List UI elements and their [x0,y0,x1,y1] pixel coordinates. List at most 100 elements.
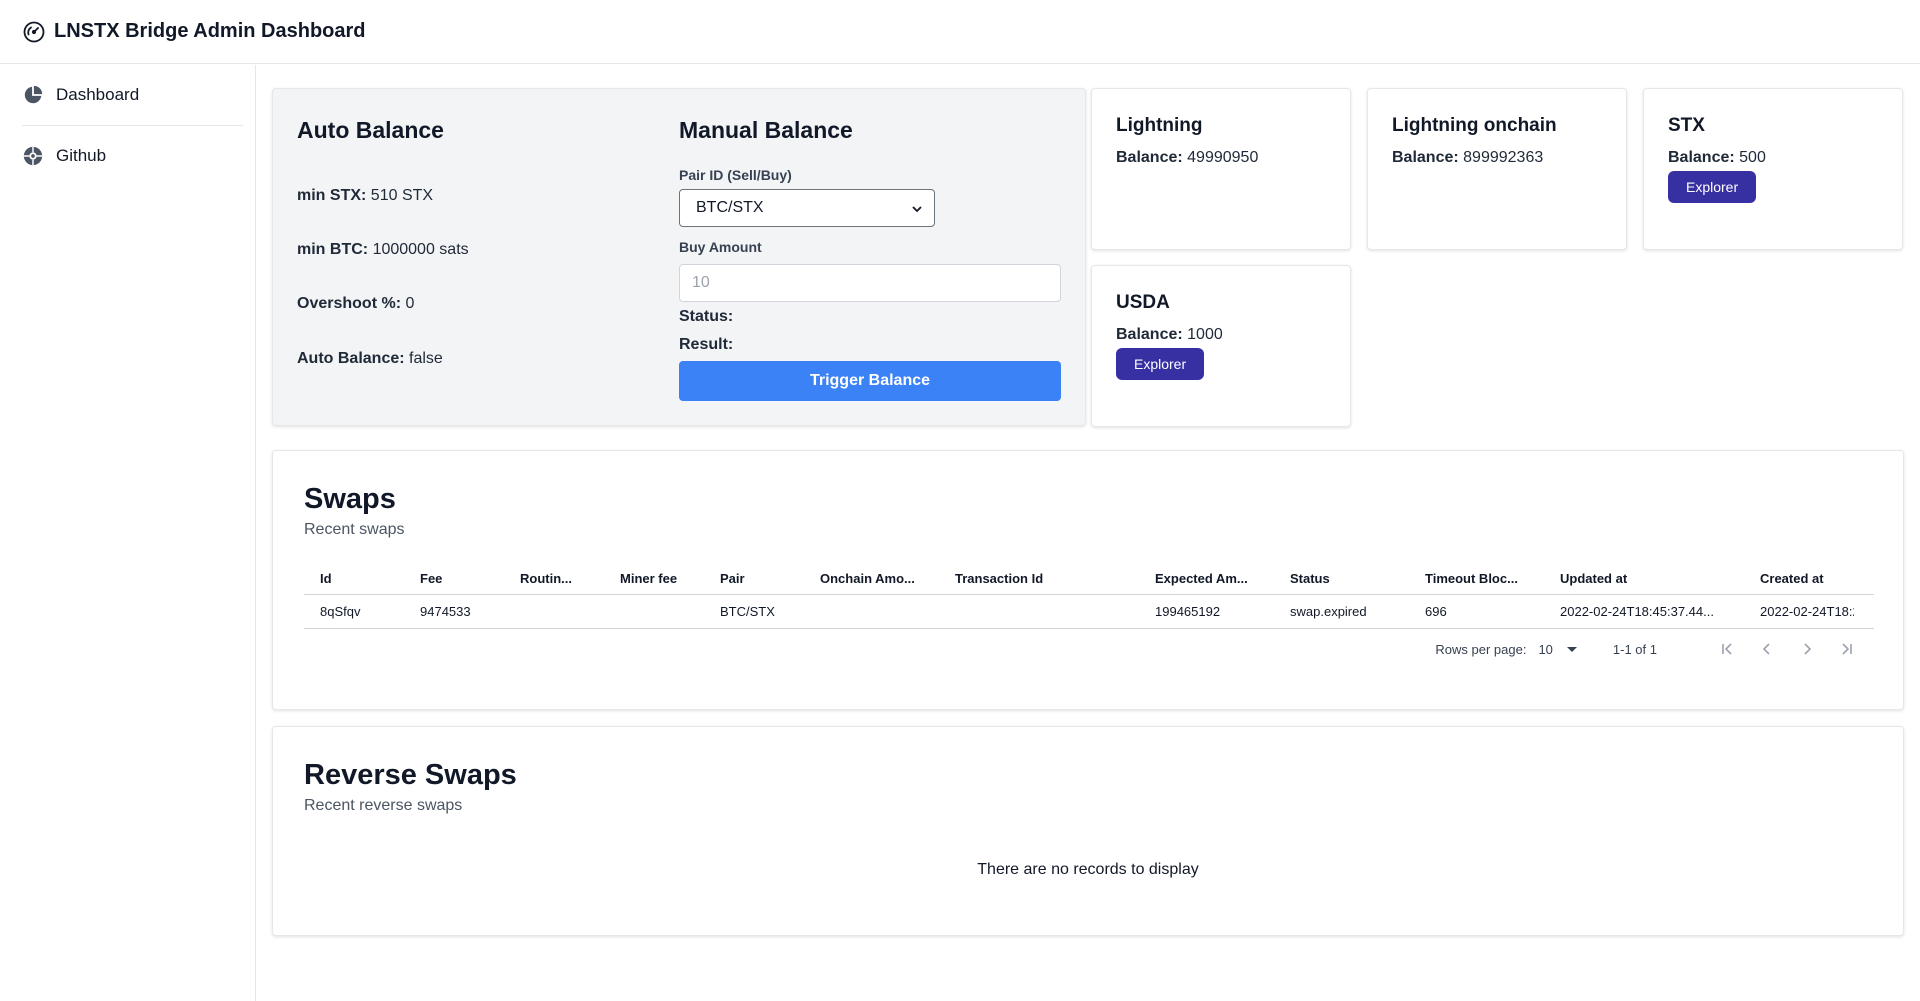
buy-amount-label: Buy Amount [679,239,762,255]
balance-label: Balance: [1668,149,1735,166]
last-page-icon [1842,643,1852,655]
column-header[interactable]: Id [304,571,404,586]
rows-per-page-value: 10 [1538,641,1553,657]
balance-value: 500 [1739,149,1766,166]
pair-id-select[interactable]: BTC/STX [679,189,935,227]
pair-id-value: BTC/STX [696,199,764,216]
reverse-swaps-title: Reverse Swaps [304,759,517,791]
min-btc-row: min BTC: 1000000 sats [297,241,469,259]
trigger-balance-button[interactable]: Trigger Balance [679,361,1061,401]
caret-down-icon [1566,646,1577,652]
balance-line: Balance: 49990950 [1116,149,1326,167]
empty-message: There are no records to display [977,861,1199,878]
manual-balance-title: Manual Balance [679,117,853,143]
overshoot-label: Overshoot %: [297,295,402,312]
table-cell: 696 [1425,604,1447,619]
stx-explorer-button[interactable]: Explorer [1668,171,1757,203]
previous-page-button[interactable] [1755,637,1779,661]
card-title: USDA [1116,292,1170,313]
min-stx-value: 510 STX [370,187,434,204]
lightning-balance-card: Lightning Balance: 49990950 [1091,88,1351,250]
reverse-swaps-subtitle: Recent reverse swaps [304,797,463,814]
min-btc-value: 1000000 sats [372,241,469,258]
swaps-table: Id Fee Routin... Miner fee Pair Onchain … [304,563,1874,629]
card-title: Lightning onchain [1392,115,1557,136]
lightning-onchain-balance-card: Lightning onchain Balance: 899992363 [1367,88,1627,250]
swaps-card: Swaps Recent swaps Id Fee Routin... Mine… [272,450,1904,710]
top-bar: LNSTX Bridge Admin Dashboard [0,0,1920,64]
card-title: STX [1668,115,1705,136]
min-stx-row: min STX: 510 STX [297,187,433,205]
column-header[interactable]: Transaction Id [939,571,1139,586]
table-cell: 8qSfqv [320,604,361,619]
sidebar-item-label: Github [56,146,107,165]
overshoot-value: 0 [405,295,415,312]
pair-id-label: Pair ID (Sell/Buy) [679,167,792,183]
table-cell: 9474533 [420,604,471,619]
balance-label: Balance: [1116,149,1183,166]
buy-amount-input[interactable] [679,264,1061,302]
balance-panel: Auto Balance min STX: 510 STX min BTC: 1… [272,88,1086,426]
chevron-left-icon [1762,643,1770,655]
table-cell: 199465192 [1155,604,1221,619]
column-header[interactable]: Status [1274,571,1409,586]
dashboard-gauge-icon [22,20,46,44]
balance-line: Balance: 1000 [1116,326,1326,344]
balance-value: 899992363 [1463,149,1544,166]
column-header[interactable]: Created at [1744,571,1854,586]
result-label: Result: [679,336,734,353]
swaps-title: Swaps [304,483,396,515]
app-title: LNSTX Bridge Admin Dashboard [54,20,366,42]
balance-label: Balance: [1116,326,1183,343]
column-header[interactable]: Miner fee [604,571,704,586]
sidebar-item-github[interactable]: Github [22,126,243,186]
usda-balance-card: USDA Balance: 1000 Explorer [1091,265,1351,427]
first-page-icon [1722,643,1732,655]
balance-label: Balance: [1392,149,1459,166]
table-header: Id Fee Routin... Miner fee Pair Onchain … [304,563,1874,595]
chevron-right-icon [1804,643,1812,655]
column-header[interactable]: Updated at [1544,571,1744,586]
table-cell: BTC/STX [720,604,775,619]
page-range: 1-1 of 1 [1612,641,1657,657]
chevron-down-icon [910,202,924,216]
auto-balance-row: Auto Balance: false [297,350,443,368]
table-row[interactable]: 8qSfqv 9474533 BTC/STX 199465192 swap.ex… [304,595,1874,629]
column-header[interactable]: Routin... [504,571,604,586]
auto-balance-title: Auto Balance [297,117,444,143]
min-btc-label: min BTC: [297,241,369,258]
column-header[interactable]: Expected Am... [1139,571,1274,586]
overshoot-row: Overshoot %: 0 [297,295,414,313]
column-header[interactable]: Pair [704,571,804,586]
card-title: Lightning [1116,115,1203,136]
usda-explorer-button[interactable]: Explorer [1116,348,1205,380]
reverse-swaps-card: Reverse Swaps Recent reverse swaps There… [272,726,1904,936]
balance-line: Balance: 500 [1668,149,1878,167]
table-cell: 2022-02-24T18:28 [1760,604,1854,619]
table-cell: 2022-02-24T18:45:37.44... [1560,604,1714,619]
github-icon [22,145,44,167]
auto-balance-value: false [409,350,443,367]
auto-balance-label: Auto Balance: [297,350,405,367]
balance-value: 49990950 [1187,149,1259,166]
column-header[interactable]: Onchain Amo... [804,571,939,586]
next-page-button[interactable] [1795,637,1819,661]
balance-value: 1000 [1187,326,1223,343]
stx-balance-card: STX Balance: 500 Explorer [1643,88,1903,250]
last-page-button[interactable] [1835,637,1859,661]
column-header[interactable]: Fee [404,571,504,586]
min-stx-label: min STX: [297,187,367,204]
pagination: Rows per page: 10 1-1 of 1 [1435,637,1859,661]
swaps-subtitle: Recent swaps [304,521,405,538]
status-label: Status: [679,308,734,325]
rows-per-page-select[interactable]: 10 [1538,641,1577,657]
sidebar-item-label: Dashboard [56,85,140,104]
pie-chart-icon [22,84,44,106]
sidebar: Dashboard Github [0,65,256,1001]
first-page-button[interactable] [1715,637,1739,661]
sidebar-item-dashboard[interactable]: Dashboard [22,65,243,125]
balance-line: Balance: 899992363 [1392,149,1602,167]
table-cell: swap.expired [1290,604,1367,619]
rows-per-page-label: Rows per page: [1435,641,1527,657]
column-header[interactable]: Timeout Bloc... [1409,571,1544,586]
